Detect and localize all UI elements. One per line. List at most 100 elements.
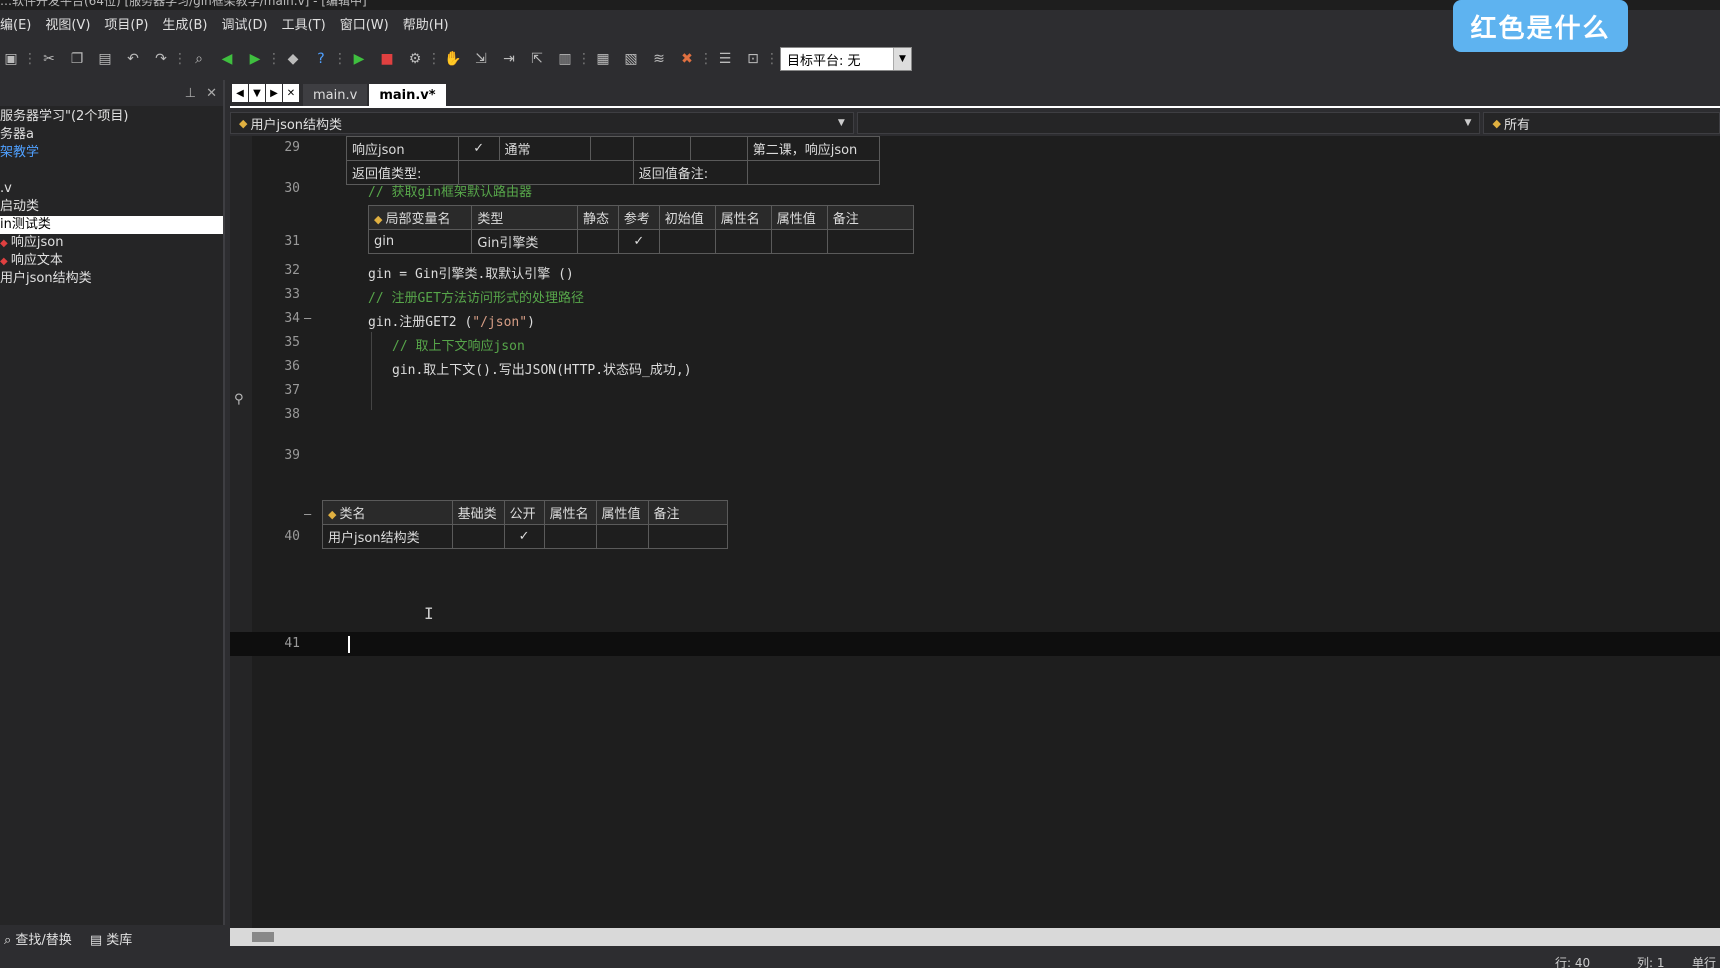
- cut-icon[interactable]: ✂: [38, 48, 60, 70]
- method-empty-cell[interactable]: [689, 136, 748, 161]
- method-note-cell[interactable]: 第二课，响应json: [746, 136, 881, 161]
- code-line[interactable]: gin.取上下文().写出JSON(HTTP.状态码_成功,): [392, 359, 692, 378]
- tree-item-startup-class[interactable]: 启动类: [0, 198, 223, 216]
- copy-icon[interactable]: ❐: [66, 48, 88, 70]
- chevron-down-icon[interactable]: ▼: [893, 48, 911, 70]
- class-selector[interactable]: ◆ 用户json结构类 ▼: [230, 112, 854, 134]
- method-selector[interactable]: ▼: [856, 112, 1481, 134]
- tab-find-replace[interactable]: ⌕ 查找/替换: [4, 929, 72, 948]
- tab-main-v-modified[interactable]: main.v*: [369, 84, 446, 106]
- close-icon[interactable]: ✕: [283, 84, 299, 102]
- variable-empty-cell[interactable]: [770, 229, 828, 254]
- window-icon[interactable]: ▧: [620, 48, 642, 70]
- undo-icon[interactable]: ↶: [122, 48, 144, 70]
- menu-edit[interactable]: 编(E): [0, 14, 38, 33]
- tree-item-respond-json[interactable]: ◆ 响应json: [0, 234, 223, 252]
- tree-item-main-file[interactable]: .v: [0, 180, 223, 198]
- run-icon[interactable]: ▶: [348, 48, 370, 70]
- menu-project[interactable]: 项目(P): [97, 14, 155, 33]
- list-icon[interactable]: ☰: [714, 48, 736, 70]
- zoom-icon[interactable]: ⊡: [742, 48, 764, 70]
- delete-icon[interactable]: ✖: [676, 48, 698, 70]
- overlay-question-button[interactable]: 红色是什么: [1453, 0, 1628, 52]
- step-out-icon[interactable]: ⇱: [526, 48, 548, 70]
- chevron-down-icon[interactable]: ▼: [249, 84, 265, 102]
- method-table[interactable]: 响应json ✓ 通常 第二课，响应json 返回值类型: 返回值备注:: [346, 136, 881, 185]
- tree-item-solution[interactable]: 服务器学习"(2个项目): [0, 108, 223, 126]
- step-icon[interactable]: ⇲: [470, 48, 492, 70]
- tree-item-gin-test-class[interactable]: in测试类: [0, 216, 223, 234]
- forward-icon[interactable]: ▶: [244, 48, 266, 70]
- variable-type-cell[interactable]: Gin引擎类: [471, 229, 578, 254]
- fold-toggle-icon[interactable]: —: [304, 507, 311, 521]
- code-comment[interactable]: // 获取gin框架默认路由器: [368, 181, 532, 200]
- check-icon[interactable]: ✓: [617, 229, 660, 254]
- menu-tools[interactable]: 工具(T): [275, 14, 333, 33]
- horizontal-scrollbar[interactable]: [230, 928, 1720, 946]
- build-icon[interactable]: ◆: [282, 48, 304, 70]
- paste-icon[interactable]: ▤: [94, 48, 116, 70]
- variable-empty-cell[interactable]: [658, 229, 716, 254]
- stop-icon[interactable]: ■: [376, 48, 398, 70]
- code-line[interactable]: gin = Gin引擎类.取默认引擎 (): [368, 263, 574, 282]
- variable-static-cell[interactable]: [576, 229, 619, 254]
- find-icon[interactable]: ⌕: [188, 48, 210, 70]
- tree-item-server[interactable]: 务器a: [0, 126, 223, 144]
- hand-icon[interactable]: ✋: [442, 48, 464, 70]
- tree-item-user-json-struct[interactable]: 用户json结构类: [0, 270, 223, 288]
- tree-item-respond-text[interactable]: ◆ 响应文本: [0, 252, 223, 270]
- menu-help[interactable]: 帮助(H): [396, 14, 456, 33]
- fold-toggle-icon[interactable]: —: [304, 311, 311, 325]
- return-note-cell[interactable]: [746, 160, 881, 185]
- scope-selector[interactable]: ◆ 所有: [1483, 112, 1720, 134]
- method-name-cell[interactable]: 响应json: [346, 136, 459, 161]
- menu-debug[interactable]: 调试(D): [214, 14, 274, 33]
- scrollbar-thumb[interactable]: [252, 932, 274, 942]
- chevron-right-icon[interactable]: ▶: [266, 84, 282, 102]
- menu-view[interactable]: 视图(V): [38, 14, 97, 33]
- class-name-cell[interactable]: 用户json结构类: [322, 524, 453, 549]
- redo-icon[interactable]: ↷: [150, 48, 172, 70]
- class-selector-value: 用户json结构类: [250, 117, 343, 133]
- code-line[interactable]: gin.注册GET2 ("/json"): [368, 311, 535, 330]
- method-empty-cell[interactable]: [632, 136, 691, 161]
- chevron-left-icon[interactable]: ◀: [232, 84, 248, 102]
- table-header: ◆ 局部变量名: [367, 205, 473, 230]
- tab-library[interactable]: ▤ 类库: [90, 929, 132, 948]
- check-icon[interactable]: ✓: [503, 524, 545, 549]
- class-empty-cell[interactable]: [543, 524, 597, 549]
- class-empty-cell[interactable]: [647, 524, 728, 549]
- debug-icon[interactable]: ⚙: [404, 48, 426, 70]
- code-editor[interactable]: 29 响应json ✓ 通常 第二课，响应json 返回值类型: 返回值备注: …: [230, 136, 1720, 928]
- menu-build[interactable]: 生成(B): [155, 14, 214, 33]
- target-platform-select[interactable]: 目标平台: 无 ▼: [780, 47, 912, 71]
- class-table[interactable]: ◆ 类名 基础类 公开 属性名 属性值 备注 用户json结构类 ✓: [322, 500, 728, 549]
- layers-icon[interactable]: ≋: [648, 48, 670, 70]
- close-icon[interactable]: ✕: [206, 86, 217, 101]
- variable-name-cell[interactable]: gin: [367, 229, 473, 254]
- indent-guide: [371, 332, 372, 410]
- back-icon[interactable]: ◀: [216, 48, 238, 70]
- return-note-label: 返回值备注:: [632, 160, 748, 185]
- class-base-cell[interactable]: [451, 524, 505, 549]
- code-comment[interactable]: // 取上下文响应json: [392, 335, 525, 354]
- class-empty-cell[interactable]: [595, 524, 649, 549]
- help-icon[interactable]: ?: [310, 48, 332, 70]
- tab-main-v[interactable]: main.v: [303, 84, 368, 106]
- variable-empty-cell[interactable]: [714, 229, 772, 254]
- code-comment[interactable]: // 注册GET方法访问形式的处理路径: [368, 287, 584, 306]
- save-all-icon[interactable]: ▣: [0, 48, 22, 70]
- chart-icon[interactable]: ▦: [592, 48, 614, 70]
- chevron-down-icon[interactable]: ▼: [838, 118, 845, 128]
- breakpoint-icon[interactable]: ▥: [554, 48, 576, 70]
- tree-item-gin-tutorial[interactable]: 架教学: [0, 144, 223, 162]
- local-variable-table[interactable]: ◆ 局部变量名 类型 静态 参考 初始值 属性名 属性值 备注 gin Gin引擎…: [367, 205, 915, 254]
- menu-window[interactable]: 窗口(W): [333, 14, 396, 33]
- method-empty-cell[interactable]: [590, 136, 634, 161]
- variable-empty-cell[interactable]: [826, 229, 915, 254]
- pin-icon[interactable]: ⊥: [185, 86, 196, 101]
- step-over-icon[interactable]: ⇥: [498, 48, 520, 70]
- check-icon[interactable]: ✓: [457, 136, 500, 161]
- method-type-cell[interactable]: 通常: [498, 136, 592, 161]
- chevron-down-icon[interactable]: ▼: [1465, 118, 1472, 128]
